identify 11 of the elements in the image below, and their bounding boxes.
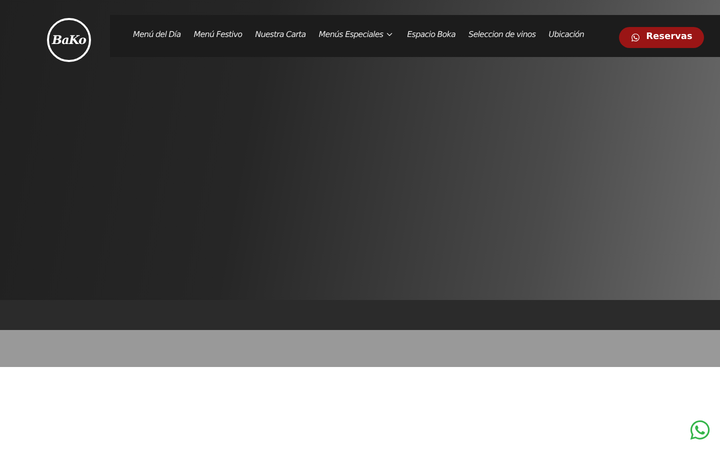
- nav-link[interactable]: Menú del Día: [133, 30, 181, 38]
- nav-link[interactable]: Seleccion de vinos: [468, 30, 536, 38]
- nav-link[interactable]: Menú Festivo: [194, 30, 242, 38]
- whatsapp-icon[interactable]: [689, 419, 711, 441]
- logo[interactable]: BaKo: [47, 18, 91, 62]
- nav-link[interactable]: Nuestra Carta: [255, 30, 306, 38]
- nav-link[interactable]: Menús Especiales: [318, 30, 394, 38]
- whatsapp-icon: [631, 32, 640, 42]
- reserve-button[interactable]: Reservas: [619, 26, 704, 48]
- nav-link[interactable]: Espacio Boka: [407, 30, 456, 38]
- nav-link[interactable]: Ubicación: [548, 30, 584, 38]
